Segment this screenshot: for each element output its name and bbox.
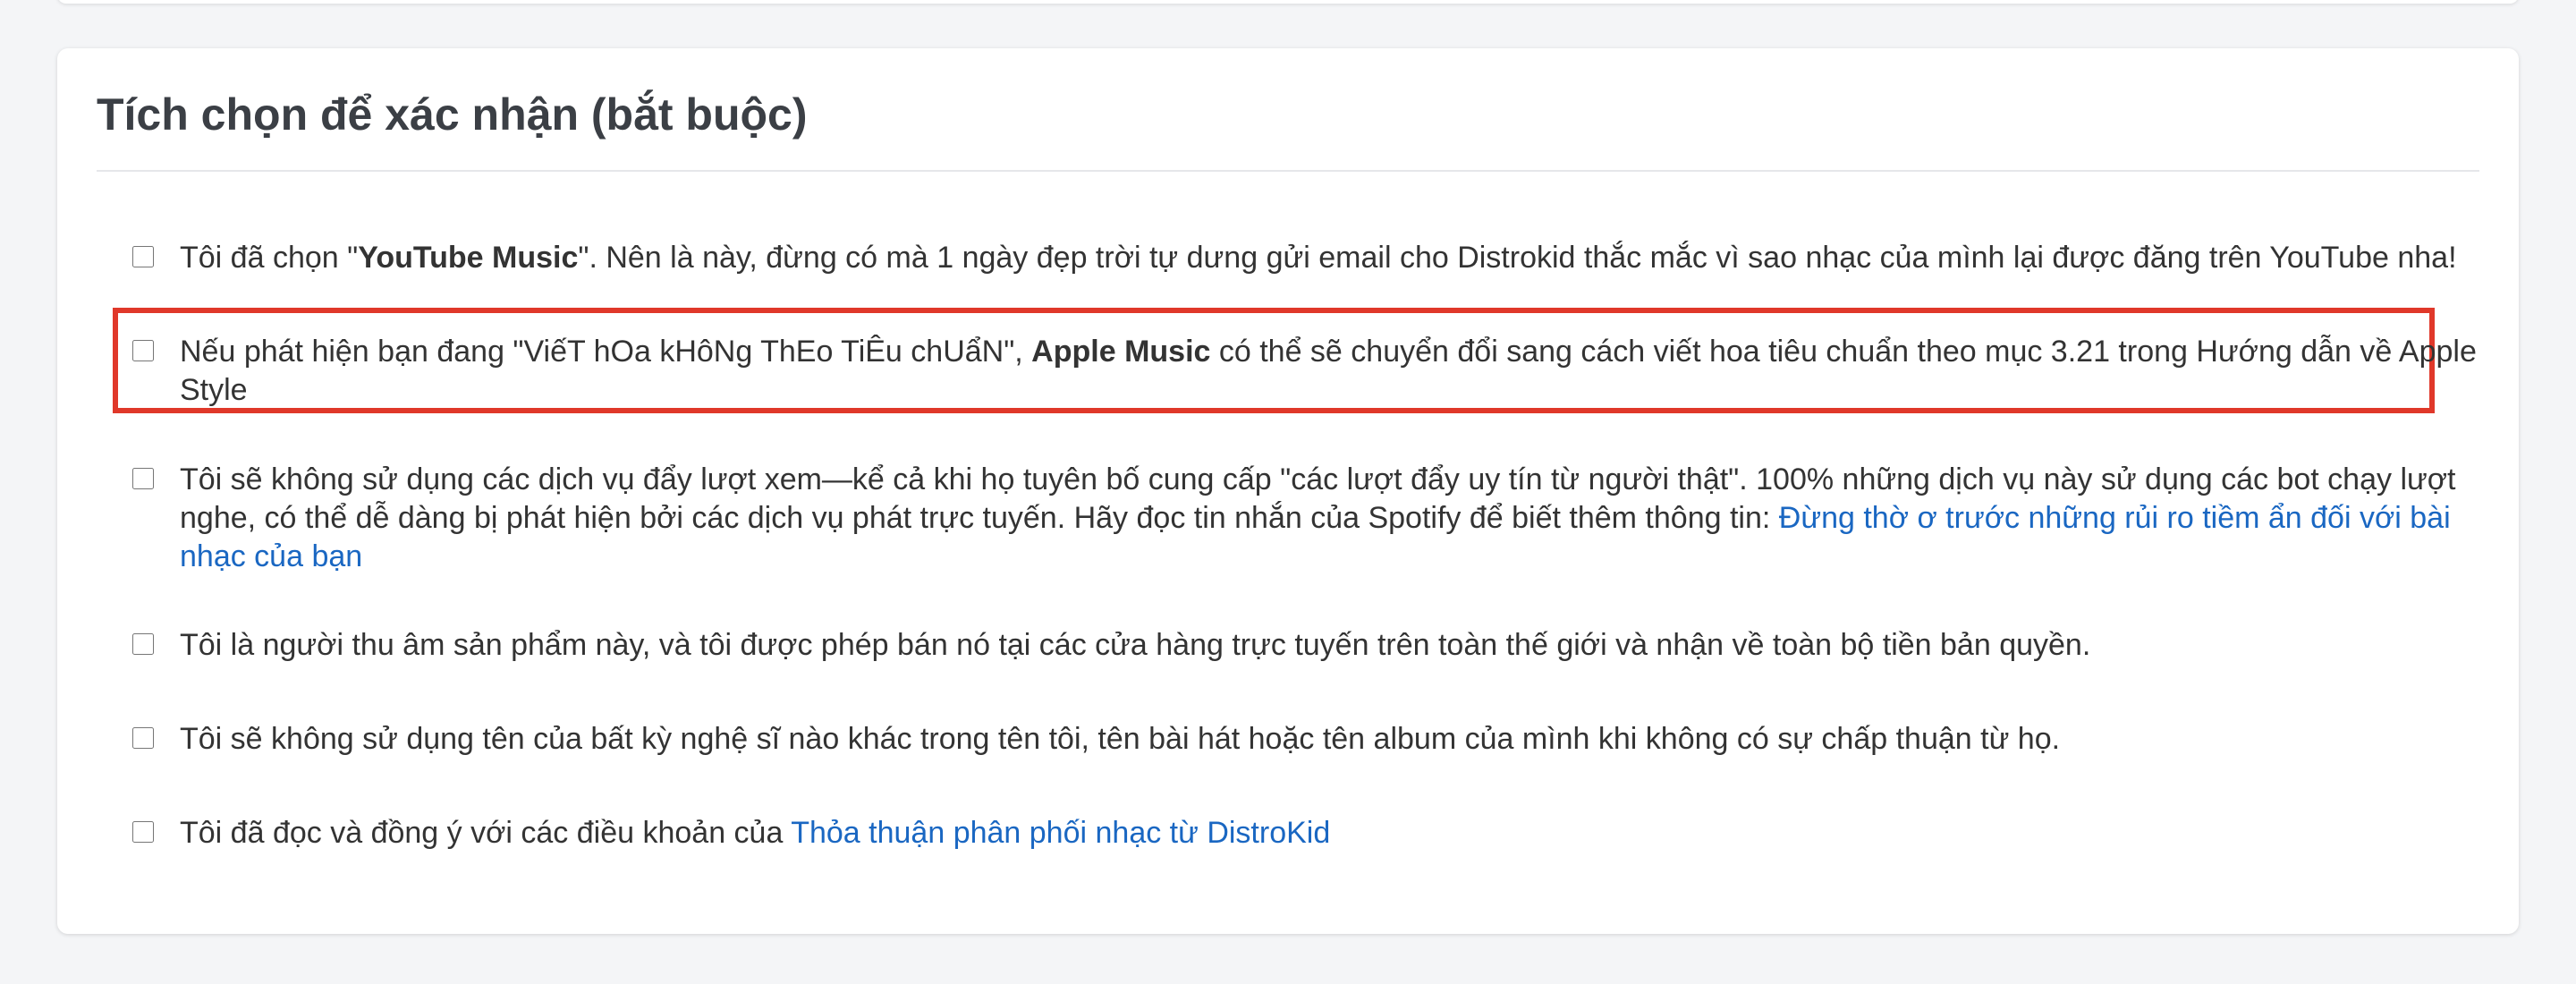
checkbox-apple-music[interactable] — [132, 340, 154, 361]
distrokid-agreement-link[interactable]: Thỏa thuận phân phối nhạc từ DistroKid — [791, 816, 1330, 850]
checkbox-recording-owner[interactable] — [132, 633, 154, 655]
apple-music-label: Apple Music — [1031, 335, 1211, 369]
confirm-item-text: Nếu phát hiện bạn đang "ViếT hOa kHôNg T… — [180, 335, 2477, 407]
section-title: Tích chọn để xác nhận (bắt buộc) — [97, 89, 808, 140]
confirm-item-text: Tôi đã đọc và đồng ý với các điều khoản … — [180, 816, 1331, 850]
checkbox-no-stream-boosting[interactable] — [132, 468, 154, 489]
confirm-item-text: Tôi sẽ không sử dụng tên của bất kỳ nghệ… — [180, 722, 2061, 756]
confirmation-card: Tích chọn để xác nhận (bắt buộc) Tôi đã … — [57, 48, 2519, 934]
confirm-item-text: Tôi sẽ không sử dụng các dịch vụ đẩy lượ… — [180, 462, 2456, 573]
title-divider — [97, 170, 2479, 172]
confirm-item-text: Tôi đã chọn "YouTube Music". Nên là này,… — [180, 241, 2457, 275]
checkbox-distribution-agreement[interactable] — [132, 821, 154, 843]
previous-section-card — [57, 0, 2519, 4]
checkbox-no-artist-names[interactable] — [132, 727, 154, 749]
confirm-item-text: Tôi là người thu âm sản phẩm này, và tôi… — [180, 628, 2091, 662]
youtube-music-label: YouTube Music — [358, 241, 579, 275]
checkbox-youtube-music[interactable] — [132, 246, 154, 267]
